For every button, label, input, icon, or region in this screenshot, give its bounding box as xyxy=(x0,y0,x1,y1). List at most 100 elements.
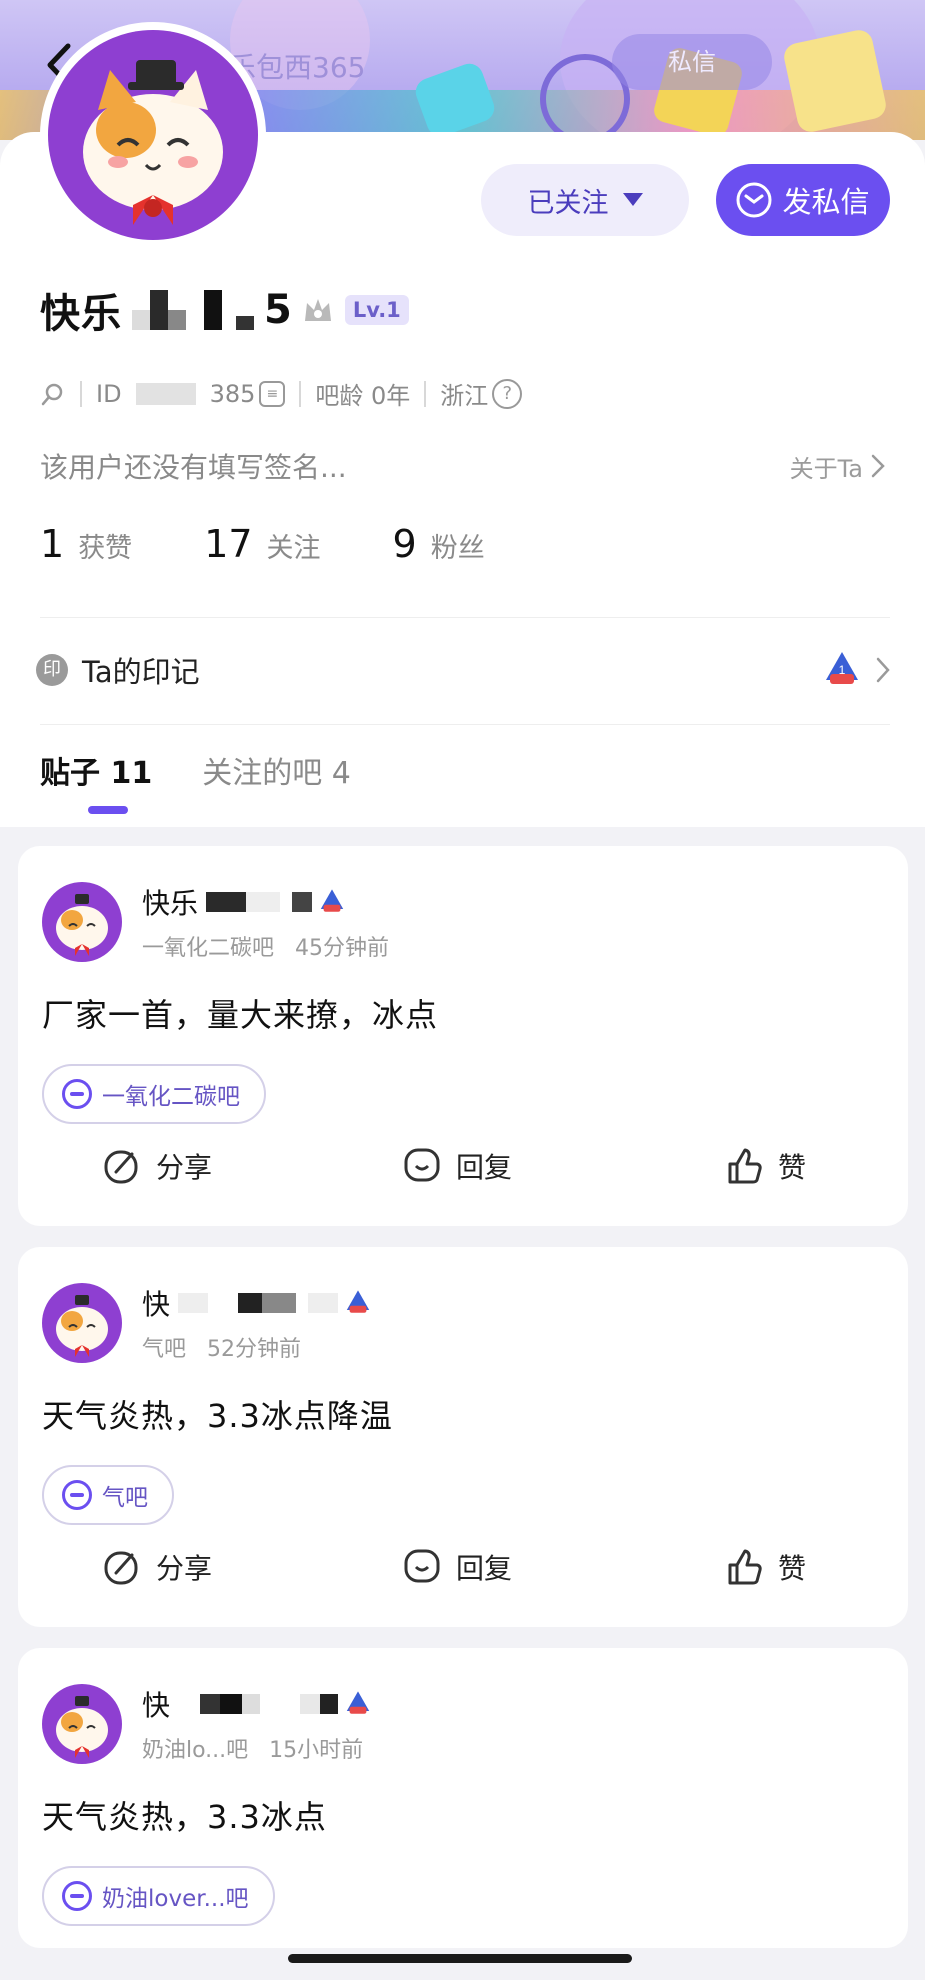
bar-icon xyxy=(62,1881,92,1911)
mark-icon: 印 xyxy=(36,654,68,686)
post-meta: 奶油lo...吧 15小时前 xyxy=(142,1732,363,1764)
share-label: 分享 xyxy=(156,1552,213,1585)
post-card[interactable]: 快 气吧 52分钟前 天气炎热，3.3冰点降温 气吧 分享 回复 赞 xyxy=(18,1247,908,1627)
dm-label: 发私信 xyxy=(782,185,870,219)
divider xyxy=(299,380,302,407)
stat-label: 获赞 xyxy=(78,533,133,564)
like-button[interactable]: 赞 xyxy=(724,1547,806,1587)
post-meta: 一氧化二碳吧 45分钟前 xyxy=(142,930,389,962)
post-author-row[interactable]: 快 xyxy=(142,1283,372,1323)
share-label: 分享 xyxy=(156,1151,213,1184)
level-medal-icon xyxy=(320,889,344,912)
mark-row[interactable]: 印 Ta的印记 1 xyxy=(36,644,890,696)
cat-avatar-icon xyxy=(56,1295,108,1357)
search-icon[interactable] xyxy=(40,381,66,407)
stat-num: 1 xyxy=(40,522,65,566)
post-meta: 气吧 52分钟前 xyxy=(142,1331,301,1363)
mark-label: Ta的印记 xyxy=(82,655,200,689)
like-label: 赞 xyxy=(778,1151,807,1184)
share-icon xyxy=(104,1150,138,1184)
post-bar-tag[interactable]: 奶油lover...吧 xyxy=(42,1866,275,1926)
help-icon[interactable]: ? xyxy=(492,378,523,409)
stat-likes[interactable]: 1 获赞 xyxy=(40,522,132,566)
post-actions: 分享 回复 赞 xyxy=(18,1146,908,1206)
stat-fans[interactable]: 9 粉丝 xyxy=(393,522,485,566)
divider xyxy=(80,380,82,407)
bar-name: 奶油lover...吧 xyxy=(102,1886,249,1912)
avatar[interactable] xyxy=(40,22,266,248)
divider xyxy=(424,380,427,407)
home-indicator[interactable] xyxy=(288,1954,632,1963)
post-avatar[interactable] xyxy=(42,1684,122,1764)
envelope-icon xyxy=(736,182,772,218)
stat-following[interactable]: 17 关注 xyxy=(204,522,320,566)
level-medal-icon xyxy=(346,1290,370,1313)
copy-icon[interactable]: ≡ xyxy=(259,380,286,407)
divider xyxy=(40,724,890,725)
chevron-right-icon xyxy=(876,657,890,683)
reply-button[interactable]: 回复 xyxy=(402,1146,512,1186)
send-message-button[interactable]: 发私信 xyxy=(716,164,890,236)
bar-name: 气吧 xyxy=(102,1485,148,1511)
caret-down-icon xyxy=(622,193,643,206)
post-bar-tag[interactable]: 气吧 xyxy=(42,1465,174,1525)
cat-avatar-icon xyxy=(56,1696,108,1758)
post-time: 45分钟前 xyxy=(295,936,389,961)
share-button[interactable]: 分享 xyxy=(102,1547,212,1587)
post-author: 快 xyxy=(142,1689,171,1722)
post-card[interactable]: 快乐 一氧化二碳吧 45分钟前 厂家一首，量大来撩，冰点 一氧化二碳吧 分享 回… xyxy=(18,846,908,1226)
level-badge: Lv.1 xyxy=(344,295,409,325)
post-actions: 分享 回复 赞 xyxy=(18,1547,908,1607)
stats-row: 1 获赞 17 关注 9 粉丝 xyxy=(40,522,557,566)
like-button[interactable]: 赞 xyxy=(724,1146,806,1186)
id-suffix: 385 xyxy=(209,379,256,408)
about-link[interactable]: 关于Ta xyxy=(790,449,885,484)
chevron-right-icon xyxy=(871,454,885,478)
reply-icon xyxy=(404,1549,440,1583)
post-card[interactable]: 快 奶油lo...吧 15小时前 天气炎热，3.3冰点 奶油lover...吧 xyxy=(18,1648,908,1948)
signature-row: 该用户还没有填写签名... 关于Ta xyxy=(40,446,885,486)
post-avatar[interactable] xyxy=(42,1283,122,1363)
header-message-button[interactable]: 私信 xyxy=(612,34,772,90)
stat-num: 17 xyxy=(204,522,253,566)
post-text: 厂家一首，量大来撩，冰点 xyxy=(42,996,439,1034)
reply-icon xyxy=(404,1148,440,1182)
post-time: 15小时前 xyxy=(269,1738,364,1763)
about-label: 关于Ta xyxy=(789,454,863,483)
post-author: 快乐 xyxy=(142,887,199,920)
post-time: 52分钟前 xyxy=(207,1337,301,1362)
username-prefix: 快乐 xyxy=(40,291,122,337)
location: 浙江 xyxy=(440,382,489,410)
post-text: 天气炎热，3.3冰点 xyxy=(42,1798,327,1836)
signature: 该用户还没有填写签名... xyxy=(40,451,347,484)
id-mosaic xyxy=(135,382,196,405)
thumbs-up-icon xyxy=(728,1549,762,1585)
follow-status-button[interactable]: 已关注 xyxy=(481,164,689,236)
cat-avatar-icon xyxy=(56,894,108,956)
post-text: 天气炎热，3.3冰点降温 xyxy=(42,1397,393,1435)
level-medal-icon xyxy=(346,1691,370,1714)
meta-row: ID 385 ≡ 吧龄 0年 浙江 ? xyxy=(40,376,523,411)
cat-avatar-icon xyxy=(83,60,223,225)
username-mosaic xyxy=(132,290,254,330)
tab-followed-bars[interactable]: 关注的吧 4 xyxy=(202,748,351,814)
share-icon xyxy=(104,1551,138,1585)
reply-label: 回复 xyxy=(456,1151,513,1184)
bar-name: 一氧化二碳吧 xyxy=(102,1084,240,1110)
post-author: 快 xyxy=(142,1288,171,1321)
stat-label: 关注 xyxy=(266,533,321,564)
post-avatar[interactable] xyxy=(42,882,122,962)
thumbs-up-icon xyxy=(728,1148,762,1184)
post-bar-tag[interactable]: 一氧化二碳吧 xyxy=(42,1064,266,1124)
crown-icon xyxy=(304,299,331,321)
post-forum: 气吧 xyxy=(142,1337,187,1362)
tab-posts[interactable]: 贴子 11 xyxy=(40,748,152,814)
post-author-row[interactable]: 快乐 xyxy=(142,882,346,922)
post-author-row[interactable]: 快 xyxy=(142,1684,372,1724)
svg-text:1: 1 xyxy=(839,663,846,677)
share-button[interactable]: 分享 xyxy=(102,1146,212,1186)
stat-label: 粉丝 xyxy=(430,533,485,564)
level-medal-icon: 1 xyxy=(826,652,858,684)
stat-num: 9 xyxy=(392,522,417,566)
reply-button[interactable]: 回复 xyxy=(402,1547,512,1587)
